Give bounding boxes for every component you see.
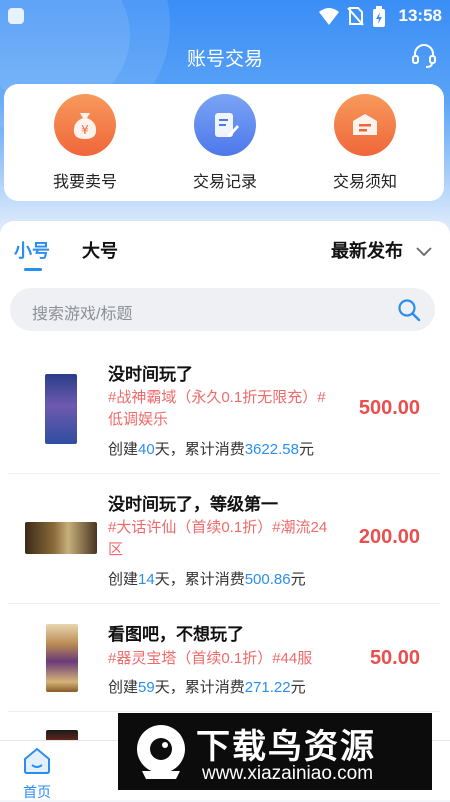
meta-prefix: 创建 bbox=[108, 679, 139, 696]
meta-mid: 天，累计消费 bbox=[154, 441, 245, 458]
listing-thumbnail bbox=[46, 624, 78, 692]
listings-panel: 小号 大号 最新发布 搜索游戏/标题 没时间玩了 #战神霸域（永久0.1折无限充… bbox=[0, 221, 450, 761]
tab-large-account[interactable]: 大号 bbox=[82, 237, 118, 263]
listing-title: 看图吧，不想玩了 bbox=[108, 625, 244, 644]
sort-dropdown[interactable]: 最新发布 bbox=[331, 237, 432, 263]
status-bar: 13:58 bbox=[0, 0, 450, 32]
money-bag-icon: ¥ bbox=[54, 94, 116, 156]
listing-price: 50.00 bbox=[369, 647, 420, 669]
customer-service-headset-icon[interactable] bbox=[410, 42, 438, 70]
listing-title: 没时间玩了 bbox=[108, 365, 193, 384]
wifi-icon bbox=[319, 8, 339, 25]
trade-records-button[interactable]: 交易记录 bbox=[170, 94, 280, 192]
notice-icon bbox=[334, 94, 396, 156]
listing-tags: #大话许仙（首续0.1折）#潮流24 区 bbox=[108, 517, 358, 561]
svg-text:¥: ¥ bbox=[81, 123, 89, 137]
meta-suffix: 元 bbox=[290, 571, 306, 588]
watermark-title: 下载鸟资源 bbox=[196, 728, 376, 766]
listing-title: 没时间玩了，等级第一 bbox=[108, 495, 278, 514]
active-tab-indicator bbox=[24, 268, 42, 271]
listing-price: 200.00 bbox=[358, 526, 420, 548]
listing-tags-line: #战神霸域（永久0.1折无限充）# bbox=[108, 389, 326, 406]
trade-notice-button[interactable]: 交易须知 bbox=[310, 94, 420, 192]
sell-account-button[interactable]: ¥ 我要卖号 bbox=[30, 94, 140, 192]
listing-tags-line: #大话许仙（首续0.1折）#潮流24 bbox=[108, 519, 328, 536]
listing-tags-line: 低调娱乐 bbox=[108, 411, 169, 428]
page-title: 账号交易 bbox=[186, 49, 263, 70]
watermark-banner: 下载鸟资源 www.xiazainiao.com bbox=[118, 713, 432, 790]
total-spend: 271.22 bbox=[244, 679, 291, 696]
tab-small-account[interactable]: 小号 bbox=[14, 237, 50, 263]
tab-home[interactable]: 首页 bbox=[2, 745, 72, 802]
listing-meta: 创建14天，累计消费500.86元 bbox=[108, 568, 306, 589]
status-time: 13:58 bbox=[398, 6, 442, 25]
sort-label: 最新发布 bbox=[330, 241, 403, 261]
document-edit-icon bbox=[194, 94, 256, 156]
meta-mid: 天，累计消费 bbox=[154, 571, 245, 588]
no-sim-icon bbox=[347, 7, 364, 26]
listing-item[interactable]: 看图吧，不想玩了 #器灵宝塔（首续0.1折）#44服 50.00 创建59天，累… bbox=[8, 604, 440, 712]
app-shield-icon bbox=[8, 8, 24, 24]
search-icon[interactable] bbox=[397, 298, 421, 322]
listing-tags-line: #器灵宝塔（首续0.1折）#44服 bbox=[108, 650, 313, 667]
quick-actions-card: ¥ 我要卖号 交易记录 交易须知 bbox=[4, 84, 444, 201]
chevron-down-icon bbox=[416, 247, 432, 257]
created-days: 14 bbox=[138, 571, 155, 588]
tab-home-label: 首页 bbox=[23, 784, 51, 800]
created-days: 40 bbox=[138, 441, 155, 458]
home-icon bbox=[24, 747, 50, 774]
listing-tags-line: 区 bbox=[108, 541, 124, 558]
listing-thumbnail bbox=[45, 374, 77, 444]
listing-meta: 创建59天，累计消费271.22元 bbox=[108, 676, 306, 697]
listing-price: 500.00 bbox=[358, 397, 420, 419]
listing-meta: 创建40天，累计消费3622.58元 bbox=[108, 438, 314, 459]
listing-tags: #战神霸域（永久0.1折无限充）# 低调娱乐 bbox=[108, 387, 358, 431]
meta-prefix: 创建 bbox=[108, 571, 139, 588]
trade-notice-label: 交易须知 bbox=[332, 174, 397, 191]
total-spend: 500.86 bbox=[244, 571, 291, 588]
created-days: 59 bbox=[138, 679, 155, 696]
battery-charging-icon bbox=[373, 6, 385, 27]
listing-item[interactable]: 没时间玩了，等级第一 #大话许仙（首续0.1折）#潮流24 区 200.00 创… bbox=[8, 474, 440, 604]
total-spend: 3622.58 bbox=[244, 441, 299, 458]
bird-logo-icon bbox=[137, 725, 185, 779]
sell-account-label: 我要卖号 bbox=[52, 174, 117, 191]
listing-tags: #器灵宝塔（首续0.1折）#44服 bbox=[108, 648, 358, 670]
meta-prefix: 创建 bbox=[108, 441, 139, 458]
meta-suffix: 元 bbox=[290, 679, 306, 696]
search-input[interactable]: 搜索游戏/标题 bbox=[10, 288, 435, 331]
search-placeholder: 搜索游戏/标题 bbox=[32, 306, 133, 323]
trade-records-label: 交易记录 bbox=[192, 174, 257, 191]
meta-suffix: 元 bbox=[298, 441, 314, 458]
meta-mid: 天，累计消费 bbox=[154, 679, 245, 696]
listing-thumbnail bbox=[25, 522, 97, 554]
watermark-url: www.xiazainiao.com bbox=[202, 763, 374, 784]
listing-item[interactable]: 没时间玩了 #战神霸域（永久0.1折无限充）# 低调娱乐 500.00 创建40… bbox=[8, 346, 440, 474]
